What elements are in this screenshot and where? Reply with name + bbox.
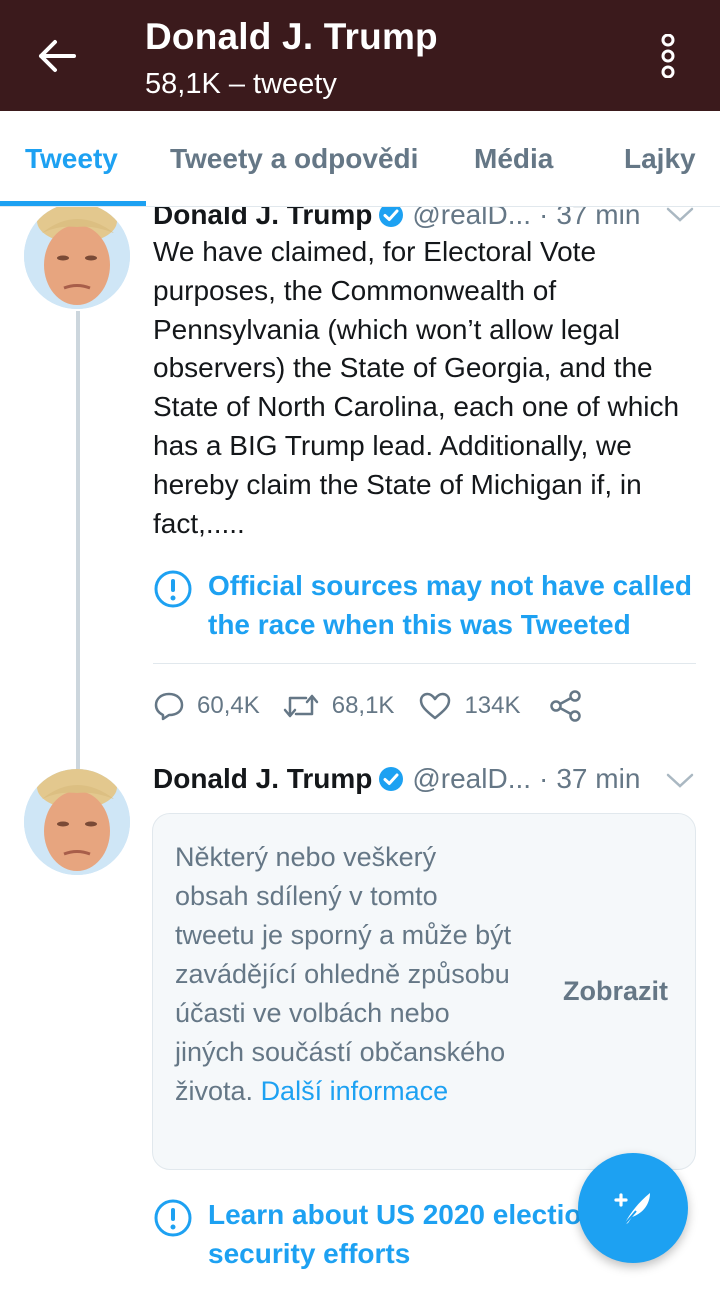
notice-text[interactable]: Learn about US 2020 election security ef… (208, 1195, 618, 1273)
tab-tweets-and-replies[interactable]: Tweety a odpovědi (170, 111, 418, 207)
avatar[interactable] (24, 207, 130, 309)
tweet-text: We have claimed, for Electoral Vote purp… (153, 236, 680, 539)
sensitive-content-warning: Některý nebo veškerý obsah sdílený v tom… (152, 813, 696, 1170)
tweet-menu-button[interactable] (665, 771, 695, 796)
warning-message: Některý nebo veškerý obsah sdílený v tom… (175, 842, 512, 1106)
arrow-left-icon (39, 40, 76, 72)
chevron-down-icon (666, 207, 694, 222)
notice-text[interactable]: Official sources may not have called the… (208, 566, 708, 644)
share-icon (549, 690, 581, 722)
profile-header: Donald J. Trump 58,1K – tweety (0, 0, 720, 111)
profile-name: Donald J. Trump (145, 16, 438, 57)
verified-badge-icon (378, 207, 404, 228)
separator-dot: · (539, 763, 549, 794)
more-options-button[interactable] (650, 32, 686, 80)
active-tab-indicator (0, 201, 146, 206)
tab-tweets[interactable]: Tweety (25, 111, 118, 207)
profile-photo (24, 769, 130, 875)
more-vertical-icon (661, 34, 675, 78)
verified-badge-icon (378, 766, 404, 792)
tweet-count: 58,1K – tweety (145, 68, 337, 100)
show-content-button[interactable]: Zobrazit (563, 976, 668, 1007)
share-button[interactable] (549, 690, 595, 722)
like-count: 134K (464, 692, 521, 719)
retweet-count: 68,1K (331, 692, 395, 719)
compose-tweet-button[interactable] (578, 1153, 688, 1263)
separator-dot: · (539, 207, 549, 230)
tweet-feed[interactable]: Donald J. Trump @realD... · 37 min We ha… (0, 207, 720, 1289)
tweet-author[interactable]: Donald J. Trump (153, 763, 372, 795)
reply-icon (154, 692, 184, 721)
election-notice[interactable]: Official sources may not have called the… (153, 566, 713, 644)
heart-icon (420, 692, 451, 720)
thread-line (76, 311, 80, 769)
tweet-handle: @realD... (412, 763, 532, 794)
tweet-actions: 60,4K 68,1K 134K (153, 685, 595, 727)
chevron-down-icon (666, 773, 694, 788)
reply-count: 60,4K (197, 692, 260, 719)
more-info-link[interactable]: Další informace (261, 1076, 449, 1106)
tweet-header: Donald J. Trump @realD... · 37 min (153, 763, 640, 795)
tab-likes[interactable]: Lajky (624, 111, 696, 207)
divider (153, 663, 696, 664)
tweet-menu-button[interactable] (665, 207, 695, 230)
tweet-header: Donald J. Trump @realD... · 37 min (153, 207, 640, 231)
profile-photo (24, 207, 130, 309)
compose-tweet-icon (614, 1193, 650, 1226)
like-button[interactable]: 134K (418, 691, 521, 721)
tweet-time: 37 min (556, 207, 641, 230)
retweet-button[interactable]: 68,1K (282, 691, 395, 721)
info-alert-icon (154, 1199, 192, 1237)
profile-tabs: Tweety Tweety a odpovědi Média Lajky (0, 111, 720, 207)
tweet-handle: @realD... (412, 207, 532, 230)
info-alert-icon (154, 570, 192, 608)
retweet-icon (283, 694, 318, 718)
reply-button[interactable]: 60,4K (153, 691, 260, 721)
tweet-author[interactable]: Donald J. Trump (153, 207, 372, 231)
warning-text: Některý nebo veškerý obsah sdílený v tom… (175, 838, 515, 1111)
tweet-time: 37 min (556, 763, 641, 794)
back-button[interactable] (34, 36, 78, 76)
avatar[interactable] (24, 769, 130, 875)
tab-media[interactable]: Média (474, 111, 553, 207)
